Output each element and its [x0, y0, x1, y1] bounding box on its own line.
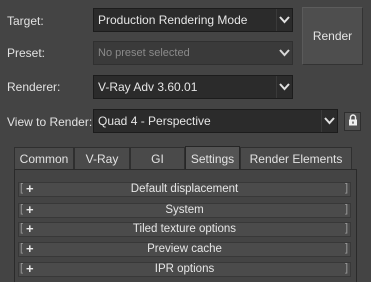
view-to-render-dropdown[interactable]: Quad 4 - Perspective	[93, 109, 338, 133]
chevron-down-icon[interactable]	[321, 110, 337, 132]
rollout-default-displacement[interactable]: [ + Default displacement ]	[18, 181, 351, 197]
lock-icon	[348, 114, 358, 129]
tab-settings[interactable]: Settings	[185, 146, 240, 170]
rollout-title: System	[165, 204, 204, 216]
rollout-tiled-texture-options[interactable]: [ + Tiled texture options ]	[18, 221, 351, 237]
chevron-down-icon[interactable]	[276, 76, 292, 98]
tab-v-ray[interactable]: V-Ray	[74, 147, 130, 169]
bracket-right: ]	[344, 203, 348, 215]
tab-common[interactable]: Common	[14, 147, 74, 169]
bracket-right: ]	[344, 182, 348, 194]
rollout-title: Preview cache	[147, 243, 222, 255]
rollout-title: Default displacement	[130, 183, 239, 195]
renderer-dropdown[interactable]: V-Ray Adv 3.60.01	[93, 75, 293, 99]
tab-render-elements[interactable]: Render Elements	[240, 147, 352, 169]
rollout-title: IPR options	[154, 263, 215, 275]
preset-dropdown[interactable]: No preset selected	[93, 41, 293, 65]
tab-gi[interactable]: GI	[130, 147, 185, 169]
chevron-down-icon[interactable]	[276, 42, 292, 64]
preset-placeholder: No preset selected	[98, 47, 190, 59]
target-dropdown[interactable]: Production Rendering Mode	[93, 8, 293, 32]
target-label: Target:	[7, 14, 44, 28]
target-value: Production Rendering Mode	[98, 13, 248, 27]
bracket-right: ]	[344, 242, 348, 254]
bracket-right: ]	[344, 222, 348, 234]
lock-view-button[interactable]	[344, 112, 361, 131]
rollout-ipr-options[interactable]: [ + IPR options ]	[18, 261, 351, 277]
renderer-value: V-Ray Adv 3.60.01	[98, 80, 198, 94]
renderer-label: Renderer:	[7, 80, 61, 94]
rollout-title: Tiled texture options	[132, 223, 237, 235]
view-to-render-label: View to Render:	[7, 115, 93, 129]
view-value: Quad 4 - Perspective	[98, 114, 211, 128]
bracket-right: ]	[344, 262, 348, 274]
rollout-preview-cache[interactable]: [ + Preview cache ]	[18, 241, 351, 257]
preset-label: Preset:	[7, 46, 46, 60]
render-button[interactable]: Render	[302, 7, 363, 65]
rollout-system[interactable]: [ + System ]	[18, 202, 351, 218]
chevron-down-icon[interactable]	[276, 9, 292, 31]
